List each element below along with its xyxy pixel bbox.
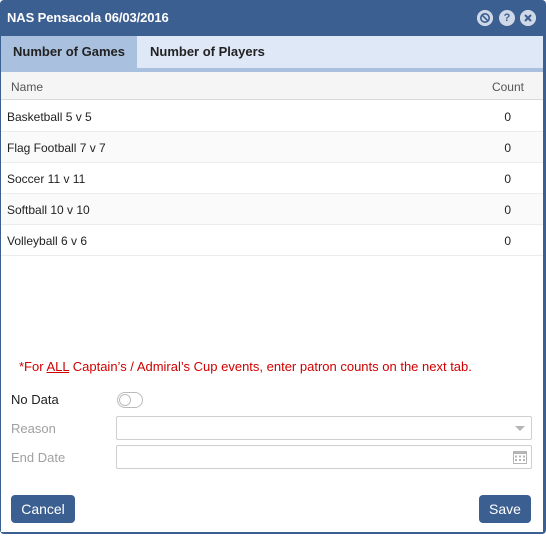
- minimize-icon[interactable]: [477, 10, 493, 26]
- column-header-name[interactable]: Name: [11, 80, 43, 94]
- row-count: 0: [504, 172, 511, 186]
- save-button[interactable]: Save: [479, 495, 531, 523]
- table-row[interactable]: Basketball 5 v 5 0: [1, 101, 543, 132]
- table-row[interactable]: Soccer 11 v 11 0: [1, 163, 543, 194]
- row-count: 0: [504, 141, 511, 155]
- notice-emphasis: ALL: [46, 359, 70, 374]
- row-name: Volleyball 6 v 6: [7, 234, 88, 248]
- help-icon[interactable]: ?: [499, 10, 515, 26]
- tab-number-of-players[interactable]: Number of Players: [138, 36, 277, 68]
- end-date-label: End Date: [11, 450, 66, 465]
- chevron-down-icon[interactable]: [515, 426, 525, 431]
- row-name: Softball 10 v 10: [7, 203, 90, 217]
- row-name: Flag Football 7 v 7: [7, 141, 106, 155]
- calendar-icon[interactable]: [513, 450, 527, 464]
- toggle-knob: [119, 394, 131, 406]
- row-count: 0: [504, 203, 511, 217]
- grid-rows: Basketball 5 v 5 0 Flag Football 7 v 7 0…: [1, 101, 543, 256]
- column-header-count[interactable]: Count: [492, 80, 524, 94]
- tab-number-of-games[interactable]: Number of Games: [1, 36, 137, 68]
- patron-count-notice: *For ALL Captain’s / Admiral’s Cup event…: [19, 359, 472, 374]
- notice-suffix: Captain’s / Admiral’s Cup events, enter …: [69, 359, 472, 374]
- end-date-field[interactable]: [116, 445, 532, 469]
- dialog-window: NAS Pensacola 06/03/2016 ? Number of Gam…: [0, 0, 546, 534]
- grid-header: Name Count: [1, 72, 543, 100]
- tab-bar: Number of Games Number of Players: [1, 36, 543, 72]
- no-data-label: No Data: [11, 392, 59, 407]
- table-row[interactable]: Volleyball 6 v 6 0: [1, 225, 543, 256]
- close-icon[interactable]: [520, 10, 536, 26]
- no-data-toggle[interactable]: [117, 392, 143, 408]
- reason-select[interactable]: [116, 416, 532, 440]
- reason-label: Reason: [11, 421, 56, 436]
- dialog-titlebar: NAS Pensacola 06/03/2016 ?: [0, 0, 546, 36]
- dialog-title: NAS Pensacola 06/03/2016: [7, 10, 169, 25]
- table-row[interactable]: Flag Football 7 v 7 0: [1, 132, 543, 163]
- dialog-body: Number of Games Number of Players Name C…: [1, 36, 543, 532]
- cancel-button[interactable]: Cancel: [11, 495, 75, 523]
- table-row[interactable]: Softball 10 v 10 0: [1, 194, 543, 225]
- row-name: Basketball 5 v 5: [7, 110, 92, 124]
- row-name: Soccer 11 v 11: [7, 172, 86, 186]
- row-count: 0: [504, 234, 511, 248]
- notice-prefix: *For: [19, 359, 47, 374]
- row-count: 0: [504, 110, 511, 124]
